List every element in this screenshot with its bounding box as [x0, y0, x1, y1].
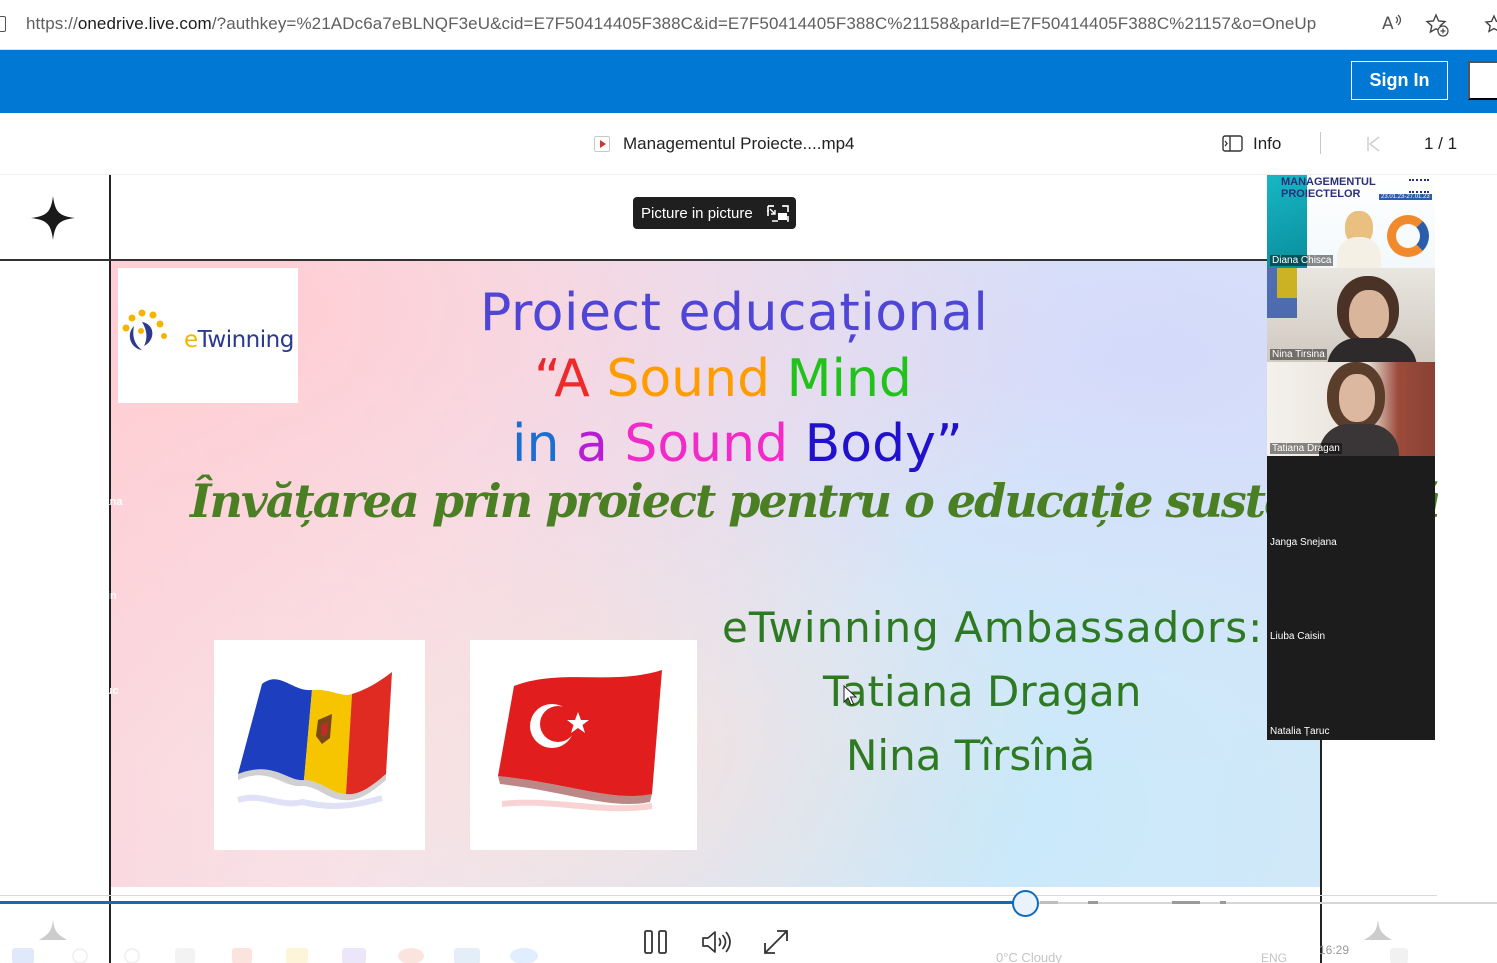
browser-address-bar: https://onedrive.live.com/?authkey=%21AD… — [0, 0, 1497, 50]
sparkle-icon — [39, 919, 67, 940]
sparkle-icon — [31, 196, 75, 240]
logo-letter-e: e — [184, 327, 198, 353]
participant-name: Nina Tirsina — [1270, 349, 1327, 360]
participant-audio-label: Janga Snejana — [1270, 537, 1337, 548]
participant-tile-diana[interactable]: MANAGEMENTUL PROIECTELOR 23.01.23-27.01.… — [1267, 175, 1435, 268]
participant-audio-name: Liuba Caisin — [51, 590, 117, 602]
sparkle-icon — [1364, 919, 1392, 940]
slide-title-line-2: “A Sound Mind — [534, 349, 912, 409]
viber-icon — [342, 948, 366, 963]
ambassadors-heading: eTwinning Ambassadors: — [722, 603, 1264, 652]
fullscreen-icon[interactable] — [762, 928, 790, 956]
file-name: Managementul Proiecte....mp4 — [623, 134, 855, 153]
photos-icon — [454, 948, 480, 963]
participant-audio-label: Natalia Țaruc — [1270, 726, 1330, 737]
seek-bar-buffer-marks — [1040, 901, 1226, 904]
info-button[interactable]: Info — [1253, 134, 1281, 154]
info-panel-icon[interactable] — [1222, 135, 1243, 152]
url-rest: /?authkey=%21ADc6a7eBLNQF3eU&cid=E7F5041… — [211, 14, 1317, 33]
participant-name: Diana Chisca — [1270, 255, 1334, 266]
moldova-flag-icon — [237, 672, 392, 809]
word-body: Body” — [804, 414, 963, 474]
svg-text:A: A — [1382, 14, 1394, 34]
office-icon — [232, 948, 252, 963]
seek-bar-fill — [0, 901, 1025, 904]
folder-icon — [286, 948, 308, 963]
word-in: in — [512, 414, 560, 474]
read-aloud-icon[interactable]: A — [1380, 12, 1404, 39]
slide-title-line-1: Proiect educațional — [480, 283, 989, 343]
banner-title-1: MANAGEMENTUL — [1281, 176, 1376, 188]
zoom-icon — [510, 948, 538, 963]
word-a: A — [554, 349, 590, 409]
slide-title-line-3: in a Sound Body” — [512, 414, 963, 474]
sign-in-button[interactable]: Sign In — [1351, 61, 1448, 100]
slide-subtitle: Învățarea prin proiect pentru o educație… — [190, 474, 1441, 528]
taskbar-language: ENG — [1261, 951, 1288, 963]
word-mind: Mind — [786, 349, 912, 409]
mouse-cursor-icon — [843, 685, 858, 706]
url-host: onedrive.live.com — [77, 14, 212, 33]
create-account-button[interactable]: C — [1468, 61, 1497, 100]
seek-bar-thumb[interactable] — [1012, 890, 1039, 917]
word-a: a — [575, 414, 608, 474]
taskbar-clock: 16:29 — [1319, 943, 1350, 957]
word-sound: Sound — [624, 414, 789, 474]
participant-audio-name: Natalia Țaruc — [49, 685, 119, 697]
search-icon — [72, 948, 88, 963]
video-edge-line — [0, 895, 1437, 896]
banner-dates: 23.01.23-27.01.23 — [1379, 194, 1432, 200]
participant-name: Tatiana Dragan — [1270, 443, 1342, 454]
participant-tile-tatiana[interactable]: Tatiana Dragan — [1267, 362, 1435, 456]
url-field[interactable]: https://onedrive.live.com/?authkey=%21AD… — [26, 14, 1316, 34]
ambassador-name-1: Tatiana Dragan — [823, 667, 1142, 716]
participant-tile-nina[interactable]: Nina Tirsina — [1267, 268, 1435, 362]
open-quote: “ — [534, 349, 555, 409]
participant-audio-name: Janga Snejana — [45, 496, 123, 508]
first-page-icon[interactable] — [1364, 134, 1384, 154]
volume-icon[interactable] — [701, 929, 731, 955]
page-counter: 1 / 1 — [1424, 134, 1458, 153]
etwinning-logo-icon — [122, 309, 167, 350]
participant-audio-label: Liuba Caisin — [1270, 631, 1326, 642]
toolbar-divider — [1320, 132, 1321, 154]
etwinning-logo-text: eTwinning — [184, 327, 294, 353]
url-prefix: https:// — [26, 14, 78, 33]
logo-word-twinning: Twinning — [197, 327, 295, 353]
turkey-flag-icon — [498, 670, 662, 812]
notifications-icon — [1390, 948, 1408, 963]
start-icon — [12, 948, 34, 963]
taskbar-weather: 0°C Cloudy — [996, 950, 1062, 963]
ambassador-name-2: Nina Tîrsînă — [846, 731, 1096, 780]
page-icon — [0, 16, 6, 32]
add-favorite-icon[interactable] — [1424, 12, 1450, 38]
onedrive-header — [0, 50, 1497, 113]
screen: https://onedrive.live.com/?authkey=%21AD… — [0, 0, 1497, 963]
banner-title-2: PROIECTELOR — [1281, 188, 1361, 200]
task-view-icon — [175, 948, 195, 963]
word-sound: Sound — [606, 349, 771, 409]
pip-label: Picture in picture — [641, 204, 753, 222]
favorites-icon[interactable] — [1484, 12, 1497, 38]
video-file-icon — [594, 136, 610, 152]
chrome-icon — [398, 948, 424, 963]
picture-in-picture-icon[interactable] — [767, 203, 789, 223]
search-icon — [124, 948, 140, 963]
pause-icon[interactable] — [642, 929, 670, 955]
